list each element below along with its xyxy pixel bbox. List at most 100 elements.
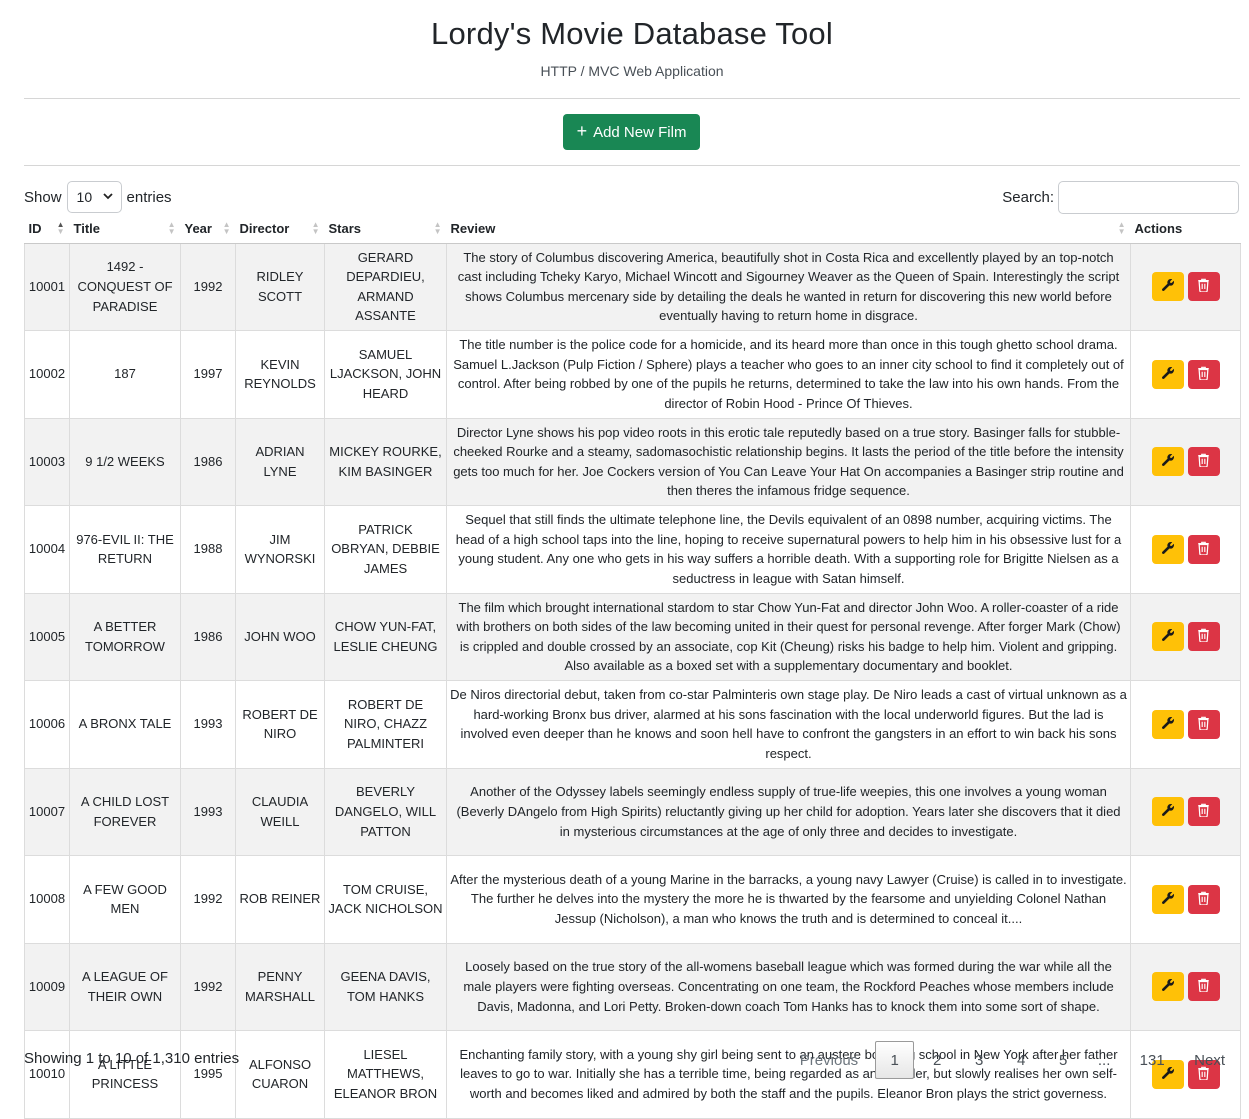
delete-button[interactable] [1187, 797, 1220, 827]
cell-director: ADRIAN LYNE [235, 418, 325, 506]
cell-review: The story of Columbus discovering Americ… [446, 243, 1131, 331]
cell-title: A CHILD LOST FOREVER [69, 768, 181, 856]
cell-title: 9 1/2 WEEKS [69, 418, 181, 506]
edit-button[interactable] [1151, 272, 1184, 302]
cell-stars: CHOW YUN-FAT, LESLIE CHEUNG [324, 593, 447, 681]
delete-button[interactable] [1187, 709, 1220, 739]
edit-button[interactable] [1151, 534, 1184, 564]
column-header-id[interactable]: ID ▲ ▼ [24, 214, 70, 244]
cell-review: Loosely based on the true story of the a… [446, 943, 1131, 1031]
search-input[interactable] [1058, 181, 1239, 214]
search-label: Search: [1002, 189, 1054, 206]
table-row: 10006 A BRONX TALE 1993 ROBERT DE NIRO ROBER… [24, 680, 1241, 769]
cell-id: 10005 [24, 593, 70, 681]
delete-button[interactable] [1187, 972, 1220, 1002]
cell-actions [1130, 680, 1241, 769]
add-new-film-button[interactable]: + Add New Film [563, 114, 700, 150]
table-row: 10009 A LEAGUE OF THEIR OWN 1992 PENNY MARS… [24, 943, 1241, 1031]
pagination-previous[interactable]: Previous [786, 1041, 875, 1079]
cell-stars: MICKEY ROURKE, KIM BASINGER [324, 418, 447, 506]
edit-button[interactable] [1151, 709, 1184, 739]
edit-button[interactable] [1151, 972, 1184, 1002]
cell-year: 1992 [180, 243, 236, 331]
column-header-review[interactable]: Review ▲ ▼ [446, 214, 1131, 244]
cell-actions [1130, 768, 1241, 856]
wrench-icon [1161, 891, 1175, 908]
search-control: Search: [1002, 181, 1239, 214]
column-header-actions: Actions [1130, 214, 1241, 244]
wrench-icon [1161, 716, 1175, 733]
length-suffix: entries [126, 188, 172, 206]
column-header-stars[interactable]: Stars ▲ ▼ [324, 214, 447, 244]
pagination-page-5[interactable]: 5 [1042, 1041, 1084, 1079]
cell-stars: ROBERT DE NIRO, CHAZZ PALMINTERI [324, 680, 447, 769]
cell-director: RIDLEY SCOTT [235, 243, 325, 331]
cell-year: 1997 [180, 330, 236, 419]
delete-button[interactable] [1187, 359, 1220, 389]
cell-stars: PATRICK OBRYAN, DEBBIE JAMES [324, 505, 447, 594]
table-row: 10005 A BETTER TOMORROW 1986 JOHN WOO CHOW Y… [24, 593, 1241, 681]
cell-review: Sequel that still finds the ultimate tel… [446, 505, 1131, 594]
cell-year: 1986 [180, 418, 236, 506]
table-row: 10003 9 1/2 WEEKS 1986 ADRIAN LYNE MICKEY RO… [24, 418, 1241, 506]
edit-button[interactable] [1151, 797, 1184, 827]
cell-director: JOHN WOO [235, 593, 325, 681]
pagination: Previous 1 2 3 4 5 ... 131 Next [786, 1041, 1240, 1079]
column-header-year[interactable]: Year ▲ ▼ [180, 214, 236, 244]
length-prefix: Show [24, 188, 62, 206]
table-row: 10008 A FEW GOOD MEN 1992 ROB REINER TOM CRU… [24, 855, 1241, 944]
delete-button[interactable] [1187, 534, 1220, 564]
edit-button[interactable] [1151, 622, 1184, 652]
cell-actions [1130, 330, 1241, 419]
sort-icon: ▲ ▼ [167, 220, 176, 236]
sort-ascending-icon: ▲ ▼ [56, 220, 65, 236]
edit-button[interactable] [1151, 884, 1184, 914]
edit-button[interactable] [1151, 447, 1184, 477]
cell-year: 1992 [180, 855, 236, 944]
pagination-page-2[interactable]: 2 [916, 1041, 958, 1079]
pagination-page-last[interactable]: 131 [1124, 1041, 1180, 1079]
cell-actions [1130, 418, 1241, 506]
page: Lordy's Movie Database Tool HTTP / MVC W… [0, 0, 1249, 1119]
entries-length-control: Show 10 entries [24, 181, 172, 213]
trash-icon [1197, 628, 1210, 645]
table-info: Showing 1 to 10 of 1,310 entries [24, 1050, 240, 1067]
cell-stars: SAMUEL LJACKSON, JOHN HEARD [324, 330, 447, 419]
column-header-title[interactable]: Title ▲ ▼ [69, 214, 181, 244]
trash-icon [1197, 541, 1210, 558]
entries-per-page-value: 10 [76, 189, 93, 205]
cell-title: A BETTER TOMORROW [69, 593, 181, 681]
trash-icon [1197, 366, 1210, 383]
wrench-icon [1161, 803, 1175, 820]
delete-button[interactable] [1187, 447, 1220, 477]
table-row: 10001 1492 - CONQUEST OF PARADISE 1992 RIDL… [24, 243, 1241, 331]
cell-review: Director Lyne shows his pop video roots … [446, 418, 1131, 506]
pagination-page-1[interactable]: 1 [875, 1041, 915, 1079]
table-row: 10002 187 1997 KEVIN REYNOLDS SAMUEL LJACKSO… [24, 330, 1241, 419]
edit-button[interactable] [1151, 359, 1184, 389]
plus-icon: + [576, 121, 588, 141]
pagination-page-4[interactable]: 4 [1000, 1041, 1042, 1079]
chevron-down-icon [102, 192, 113, 203]
delete-button[interactable] [1187, 272, 1220, 302]
cell-id: 10007 [24, 768, 70, 856]
cell-stars: BEVERLY DANGELO, WILL PATTON [324, 768, 447, 856]
pagination-page-3[interactable]: 3 [958, 1041, 1000, 1079]
sort-icon: ▲ ▼ [311, 220, 320, 236]
cell-stars: LIESEL MATTHEWS, ELEANOR BRON [324, 1030, 447, 1119]
pagination-ellipsis: ... [1097, 1051, 1111, 1069]
cell-review: Another of the Odyssey labels seemingly … [446, 768, 1131, 856]
column-header-director[interactable]: Director ▲ ▼ [235, 214, 325, 244]
cell-title: A BRONX TALE [69, 680, 181, 769]
entries-per-page-select[interactable]: 10 [66, 181, 122, 213]
cell-review: After the mysterious death of a young Ma… [446, 855, 1131, 944]
cell-director: ALFONSO CUARON [235, 1030, 325, 1119]
trash-icon [1197, 453, 1210, 470]
films-table: ID ▲ ▼ Title ▲ ▼ Year ▲ ▼ Director ▲ ▼ Stars ▲ ▼ R… [24, 214, 1241, 1119]
wrench-icon [1161, 453, 1175, 470]
delete-button[interactable] [1187, 884, 1220, 914]
pagination-next[interactable]: Next [1180, 1041, 1240, 1079]
cell-id: 10006 [24, 680, 70, 769]
delete-button[interactable] [1187, 622, 1220, 652]
cell-review: The film which brought international sta… [446, 593, 1131, 681]
